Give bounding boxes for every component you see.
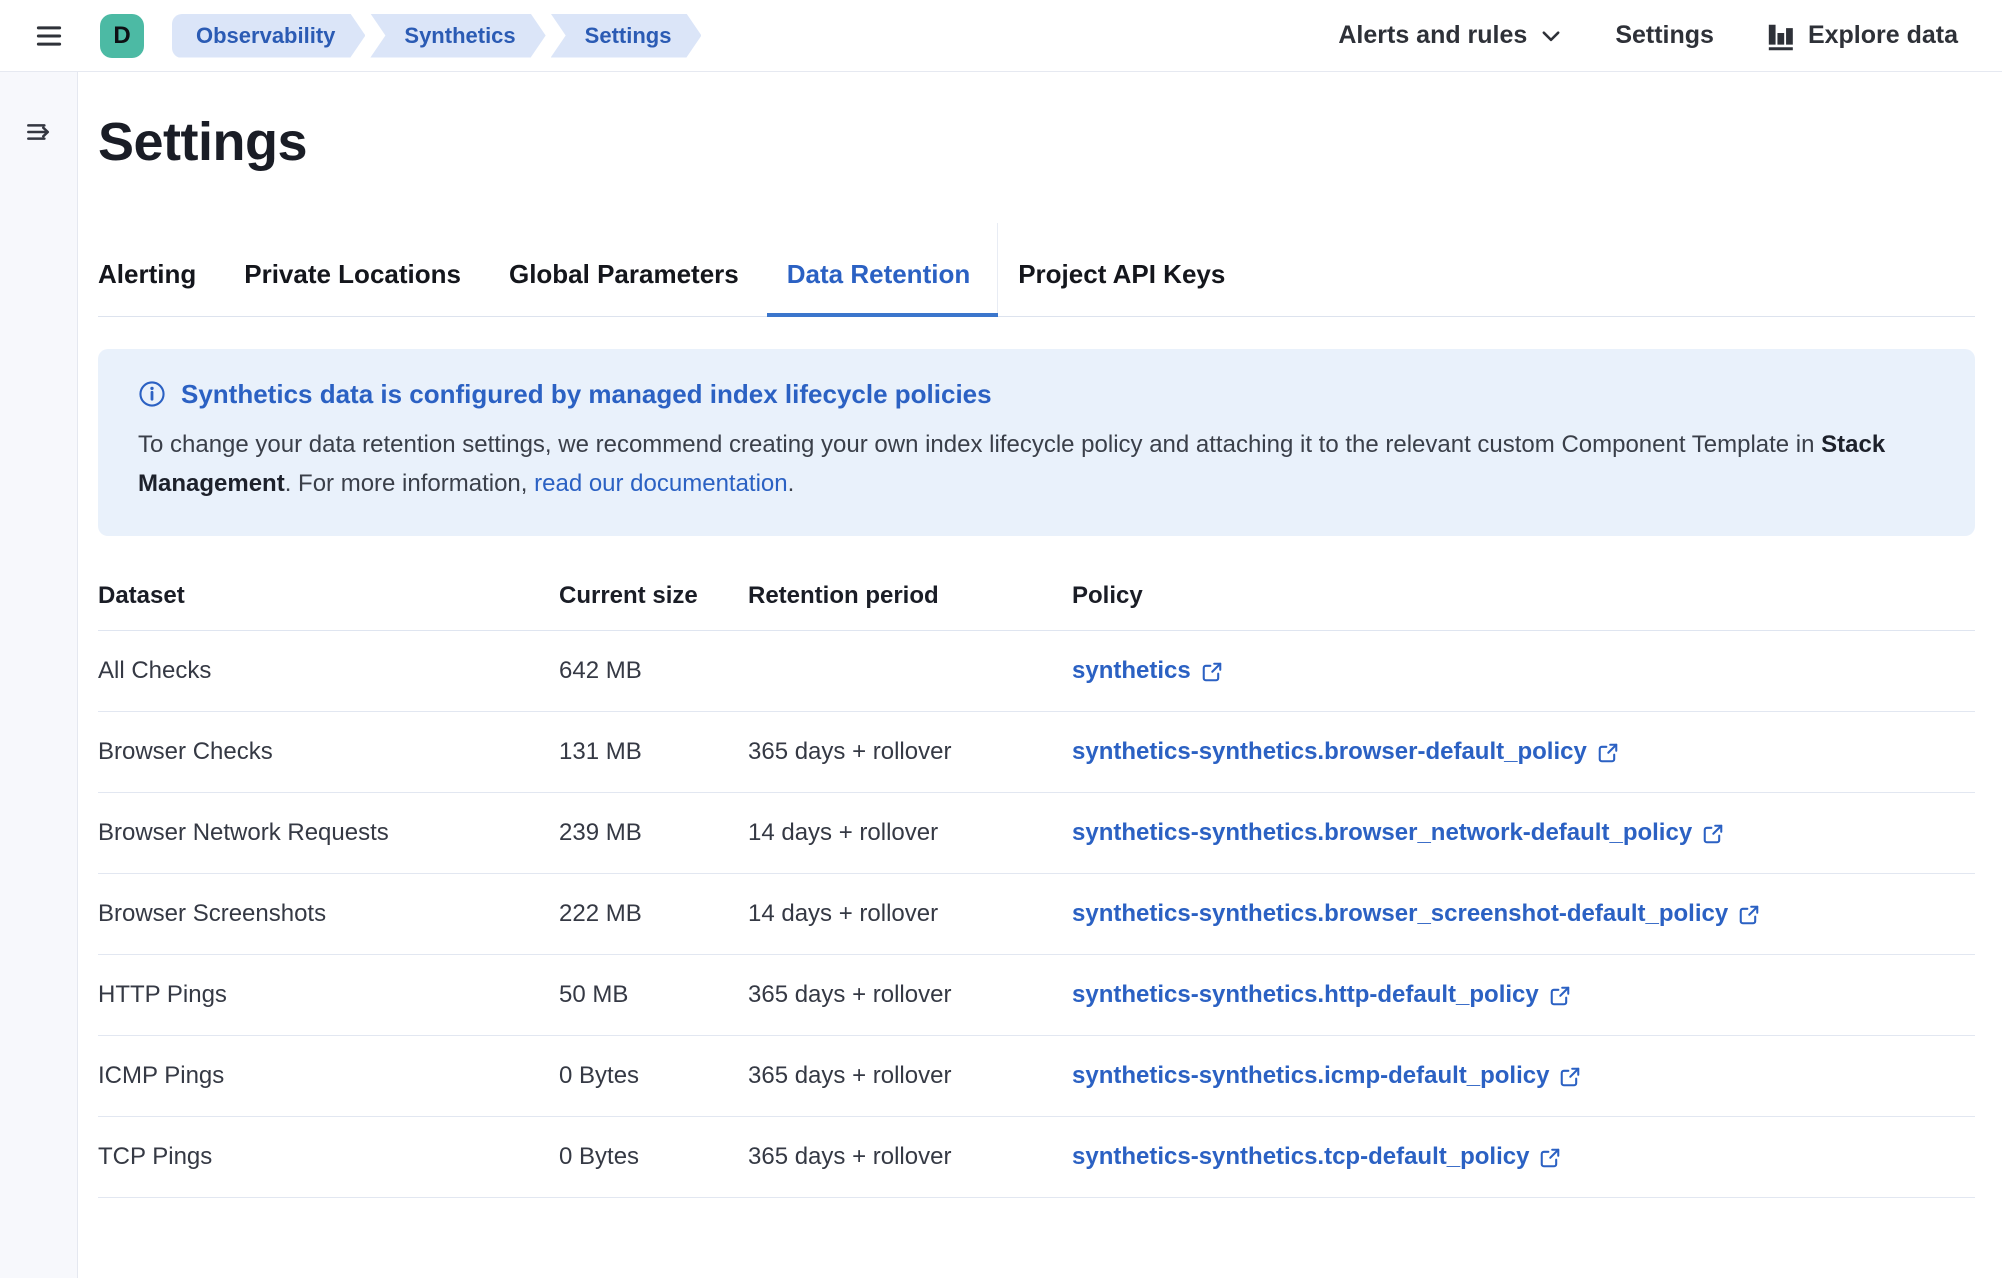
global-header: D Observability Synthetics Settings Aler…	[0, 0, 2002, 72]
table-row: TCP Pings 0 Bytes 365 days + rollover sy…	[98, 1116, 1975, 1197]
menu-button[interactable]	[28, 17, 70, 55]
alerts-and-rules-label: Alerts and rules	[1338, 21, 1527, 50]
retention-cell: 365 days + rollover	[748, 1035, 1072, 1116]
table-row: Browser Screenshots 222 MB 14 days + rol…	[98, 873, 1975, 954]
settings-tabs: Alerting Private Locations Global Parame…	[98, 259, 1975, 317]
policy-link[interactable]: synthetics-synthetics.browser_network-de…	[1072, 819, 1724, 847]
breadcrumb-observability[interactable]: Observability	[172, 14, 365, 58]
collapsed-sidebar	[0, 72, 78, 1278]
size-cell: 0 Bytes	[559, 1116, 748, 1197]
external-link-icon	[1201, 659, 1223, 683]
retention-cell: 365 days + rollover	[748, 954, 1072, 1035]
info-icon	[138, 380, 166, 408]
retention-cell: 14 days + rollover	[748, 792, 1072, 873]
size-cell: 50 MB	[559, 954, 748, 1035]
column-header-policy: Policy	[1072, 582, 1975, 631]
size-cell: 222 MB	[559, 873, 748, 954]
dataset-cell: Browser Checks	[98, 711, 559, 792]
breadcrumb: Observability Synthetics Settings	[172, 14, 701, 58]
retention-cell	[748, 630, 1072, 711]
settings-link-label: Settings	[1615, 21, 1714, 50]
column-header-retention-period: Retention period	[748, 582, 1072, 631]
dataset-cell: ICMP Pings	[98, 1035, 559, 1116]
policy-link[interactable]: synthetics-synthetics.tcp-default_policy	[1072, 1143, 1561, 1171]
policy-link[interactable]: synthetics-synthetics.browser-default_po…	[1072, 738, 1619, 766]
dataset-cell: HTTP Pings	[98, 954, 559, 1035]
retention-cell: 365 days + rollover	[748, 1116, 1072, 1197]
explore-data-button[interactable]: Explore data	[1766, 21, 1958, 51]
policy-link[interactable]: synthetics	[1072, 657, 1223, 685]
external-link-icon	[1738, 902, 1760, 926]
callout-body: To change your data retention settings, …	[138, 426, 1928, 504]
alerts-and-rules-button[interactable]: Alerts and rules	[1338, 21, 1563, 50]
policy-link-label: synthetics-synthetics.browser_network-de…	[1072, 819, 1692, 847]
policy-link-label: synthetics-synthetics.http-default_polic…	[1072, 981, 1539, 1009]
ilm-info-callout: Synthetics data is configured by managed…	[98, 349, 1975, 536]
tab-project-api-keys[interactable]: Project API Keys	[1018, 259, 1225, 316]
policy-link-label: synthetics-synthetics.browser-default_po…	[1072, 738, 1587, 766]
tab-private-locations[interactable]: Private Locations	[244, 259, 461, 316]
external-link-icon	[1559, 1064, 1581, 1088]
callout-body-text-1: To change your data retention settings, …	[138, 431, 1821, 458]
external-link-icon	[1597, 740, 1619, 764]
table-row: Browser Checks 131 MB 365 days + rollove…	[98, 711, 1975, 792]
callout-body-suffix: .	[788, 470, 795, 497]
policy-link-label: synthetics-synthetics.browser_screenshot…	[1072, 900, 1728, 928]
documentation-link[interactable]: read our documentation	[534, 470, 788, 497]
size-cell: 0 Bytes	[559, 1035, 748, 1116]
table-row: HTTP Pings 50 MB 365 days + rollover syn…	[98, 954, 1975, 1035]
table-row: All Checks 642 MB synthetics	[98, 630, 1975, 711]
tab-global-parameters[interactable]: Global Parameters	[509, 259, 739, 316]
table-row: Browser Network Requests 239 MB 14 days …	[98, 792, 1975, 873]
retention-cell: 14 days + rollover	[748, 873, 1072, 954]
menu-expand-icon	[23, 116, 55, 148]
dataset-cell: All Checks	[98, 630, 559, 711]
settings-link[interactable]: Settings	[1615, 21, 1714, 50]
retention-cell: 365 days + rollover	[748, 711, 1072, 792]
external-link-icon	[1702, 821, 1724, 845]
callout-body-text-2: . For more information,	[285, 470, 534, 497]
header-left: D Observability Synthetics Settings	[28, 14, 701, 58]
dataset-cell: TCP Pings	[98, 1116, 559, 1197]
chevron-down-icon	[1539, 24, 1563, 48]
data-retention-table: Dataset Current size Retention period Po…	[98, 582, 1975, 1198]
page-title: Settings	[98, 110, 1975, 175]
policy-link[interactable]: synthetics-synthetics.icmp-default_polic…	[1072, 1062, 1581, 1090]
expand-sidebar-button[interactable]	[19, 112, 59, 152]
column-header-current-size: Current size	[559, 582, 748, 631]
tab-alerting[interactable]: Alerting	[98, 259, 196, 316]
header-right: Alerts and rules Settings Explore d	[1338, 21, 1958, 51]
explore-data-label: Explore data	[1808, 21, 1958, 50]
breadcrumb-settings[interactable]: Settings	[551, 14, 702, 58]
external-link-icon	[1539, 1145, 1561, 1169]
bar-chart-icon	[1766, 21, 1796, 51]
size-cell: 131 MB	[559, 711, 748, 792]
size-cell: 642 MB	[559, 630, 748, 711]
dataset-cell: Browser Screenshots	[98, 873, 559, 954]
main-content: Settings Alerting Private Locations Glob…	[78, 72, 2002, 1278]
avatar[interactable]: D	[100, 14, 144, 58]
callout-title: Synthetics data is configured by managed…	[181, 379, 992, 410]
tab-data-retention[interactable]: Data Retention	[787, 259, 970, 316]
table-row: ICMP Pings 0 Bytes 365 days + rollover s…	[98, 1035, 1975, 1116]
policy-link[interactable]: synthetics-synthetics.http-default_polic…	[1072, 981, 1571, 1009]
external-link-icon	[1549, 983, 1571, 1007]
policy-link-label: synthetics	[1072, 657, 1191, 685]
callout-title-row: Synthetics data is configured by managed…	[138, 379, 1935, 410]
breadcrumb-synthetics[interactable]: Synthetics	[370, 14, 545, 58]
column-header-dataset: Dataset	[98, 582, 559, 631]
table-header-row: Dataset Current size Retention period Po…	[98, 582, 1975, 631]
size-cell: 239 MB	[559, 792, 748, 873]
policy-link[interactable]: synthetics-synthetics.browser_screenshot…	[1072, 900, 1760, 928]
policy-link-label: synthetics-synthetics.icmp-default_polic…	[1072, 1062, 1549, 1090]
hamburger-icon	[32, 21, 66, 51]
app-root: D Observability Synthetics Settings Aler…	[0, 0, 2002, 1278]
page-body: Settings Alerting Private Locations Glob…	[0, 72, 2002, 1278]
dataset-cell: Browser Network Requests	[98, 792, 559, 873]
policy-link-label: synthetics-synthetics.tcp-default_policy	[1072, 1143, 1529, 1171]
